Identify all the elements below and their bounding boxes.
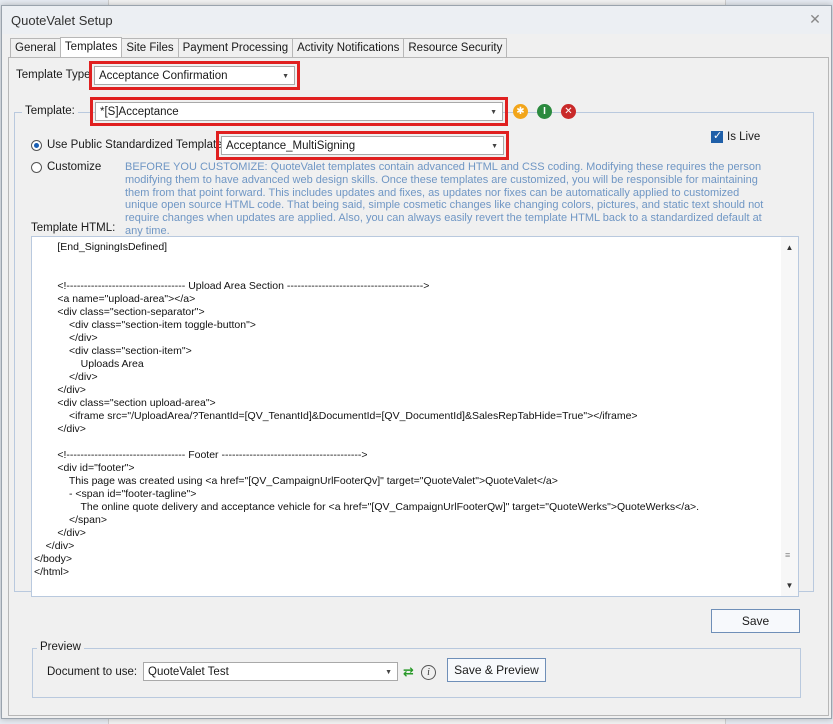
code-line: <div id="footer"> — [34, 462, 135, 474]
code-line: [End_SigningIsDefined] — [34, 241, 168, 253]
template-type-value: Acceptance Confirmation — [99, 70, 228, 82]
options-icon[interactable]: ✱ — [513, 104, 528, 119]
customize-label: Customize — [47, 161, 102, 173]
code-line: </div> — [34, 540, 75, 552]
window-title: QuoteValet Setup — [11, 13, 113, 28]
code-line: <div class="section-item toggle-button"> — [34, 319, 256, 331]
code-line: <!---------------------------------- Foo… — [34, 449, 368, 461]
code-line: </html> — [34, 566, 70, 578]
code-line: </div> — [34, 527, 86, 539]
template-group-label: Template: — [22, 105, 78, 117]
code-line: - <span id="footer-tagline"> — [34, 488, 197, 500]
code-line: Uploads Area — [34, 358, 144, 370]
document-to-use-label: Document to use: — [47, 666, 138, 678]
use-public-template-radio[interactable] — [31, 140, 42, 151]
chevron-down-icon: ▼ — [282, 73, 289, 80]
template-type-label: Template Type — [16, 69, 91, 81]
code-line: <div class="section upload-area"> — [34, 397, 216, 409]
save-and-preview-button[interactable]: Save & Preview — [447, 658, 546, 682]
code-line: </div> — [34, 384, 86, 396]
code-line: <div class="section-separator"> — [34, 306, 205, 318]
scroll-up-icon[interactable]: ▲ — [781, 239, 798, 256]
code-lines: [End_SigningIsDefined] <!---------------… — [34, 241, 699, 579]
scroll-grip-icon[interactable]: ≡ — [785, 550, 790, 560]
code-line: </body> — [34, 553, 72, 565]
tab-payment-processing[interactable]: Payment Processing — [177, 38, 294, 57]
customize-radio[interactable] — [31, 162, 42, 173]
template-dropdown[interactable]: *[S]Acceptance ▼ — [95, 102, 503, 121]
scroll-down-icon[interactable]: ▼ — [781, 577, 798, 594]
code-line: <div class="section-item"> — [34, 345, 192, 357]
tab-resource-security[interactable]: Resource Security — [403, 38, 508, 57]
template-html-editor[interactable]: [End_SigningIsDefined] <!---------------… — [31, 236, 799, 597]
use-public-template-label: Use Public Standardized Template: — [47, 139, 226, 151]
title-bar: QuoteValet Setup ✕ — [2, 6, 831, 34]
vertical-scrollbar[interactable]: ▲ ≡ ▼ — [781, 237, 798, 596]
code-line: </div> — [34, 423, 86, 435]
tab-site-files[interactable]: Site Files — [121, 38, 179, 57]
chevron-down-icon: ▼ — [385, 669, 392, 676]
template-type-dropdown[interactable]: Acceptance Confirmation ▼ — [94, 66, 295, 85]
is-live-label: Is Live — [727, 131, 761, 143]
code-line: The online quote delivery and acceptance… — [34, 501, 700, 513]
save-button[interactable]: Save — [711, 609, 800, 633]
template-html-label: Template HTML: — [31, 222, 116, 234]
info-circle-icon[interactable]: i — [421, 665, 436, 680]
tab-activity-notifications[interactable]: Activity Notifications — [292, 38, 405, 57]
refresh-icon[interactable]: ⇄ — [403, 664, 414, 680]
code-line: <iframe src="/UploadArea/?TenantId=[QV_T… — [34, 410, 638, 422]
code-line: This page was created using <a href="[QV… — [34, 475, 558, 487]
code-line: <a name="upload-area"></a> — [34, 293, 196, 305]
chevron-down-icon: ▼ — [491, 143, 498, 150]
close-icon[interactable]: ✕ — [807, 11, 823, 27]
preview-group-label: Preview — [37, 641, 84, 653]
customize-warning-text: BEFORE YOU CUSTOMIZE: QuoteValet templat… — [125, 161, 764, 237]
tab-bar: General Templates Site Files Payment Pro… — [10, 37, 508, 57]
info-icon[interactable]: I — [537, 104, 552, 119]
tab-templates[interactable]: Templates — [59, 37, 123, 57]
tab-general[interactable]: General — [10, 38, 61, 57]
document-value: QuoteValet Test — [148, 666, 229, 678]
delete-icon[interactable]: ✕ — [561, 104, 576, 119]
is-live-checkbox[interactable] — [711, 129, 723, 143]
template-value: *[S]Acceptance — [100, 106, 179, 118]
code-line: </span> — [34, 514, 107, 526]
public-template-value: Acceptance_MultiSigning — [226, 140, 356, 152]
code-line: </div> — [34, 371, 98, 383]
document-dropdown[interactable]: QuoteValet Test ▼ — [143, 662, 398, 681]
code-line: <!---------------------------------- Upl… — [34, 280, 430, 292]
public-template-dropdown[interactable]: Acceptance_MultiSigning ▼ — [221, 136, 504, 155]
chevron-down-icon: ▼ — [490, 109, 497, 116]
code-line: </div> — [34, 332, 98, 344]
